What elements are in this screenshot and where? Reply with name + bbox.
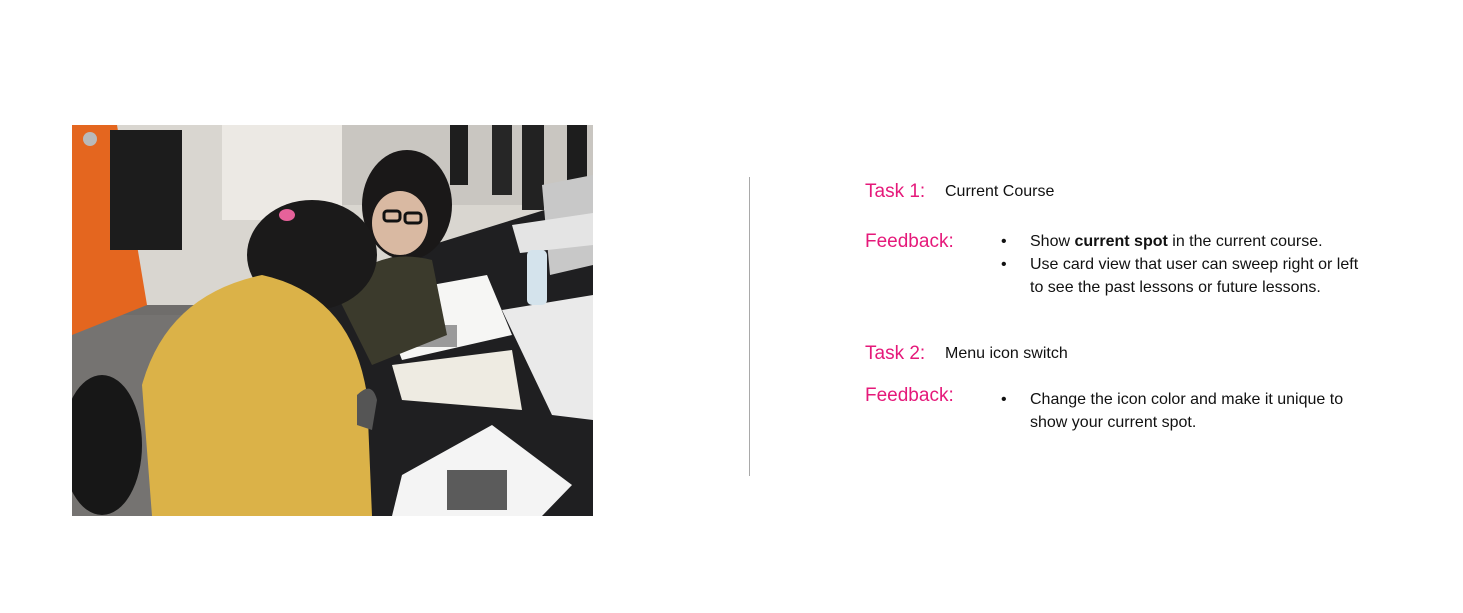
list-item: • Change the icon color and make it uniq… — [1001, 388, 1343, 434]
task1-feedback-label: Feedback: — [865, 231, 954, 252]
list-item: • Show current spot in the current cours… — [1001, 230, 1358, 253]
feedback-text: show your current spot. — [1030, 414, 1197, 431]
feedback-text: to see the past lessons or future lesson… — [1030, 279, 1321, 296]
bullet-icon: • — [1001, 391, 1007, 408]
feedback-text: in the current course. — [1167, 233, 1323, 250]
bullet-icon: • — [1001, 233, 1007, 250]
usability-test-photo — [72, 125, 593, 516]
task2-title: Menu icon switch — [945, 345, 1068, 362]
bullet-icon: • — [1001, 256, 1007, 273]
feedback-text: Show — [1030, 233, 1075, 250]
task1-title: Current Course — [945, 183, 1055, 200]
feedback-text: Use card view that user can sweep right … — [1030, 256, 1359, 273]
task2-label: Task 2: — [865, 343, 926, 364]
feedback-text: Change the icon color and make it unique… — [1030, 391, 1344, 408]
task1-label: Task 1: — [865, 181, 926, 202]
feedback-emphasis: current spot — [1074, 233, 1168, 250]
task1-feedback-list: • Show current spot in the current cours… — [1001, 230, 1358, 299]
list-item: • Use card view that user can sweep righ… — [1001, 253, 1358, 299]
task2-feedback-list: • Change the icon color and make it uniq… — [1001, 388, 1343, 434]
vertical-divider — [749, 177, 750, 476]
task2-feedback-label: Feedback: — [865, 385, 954, 406]
